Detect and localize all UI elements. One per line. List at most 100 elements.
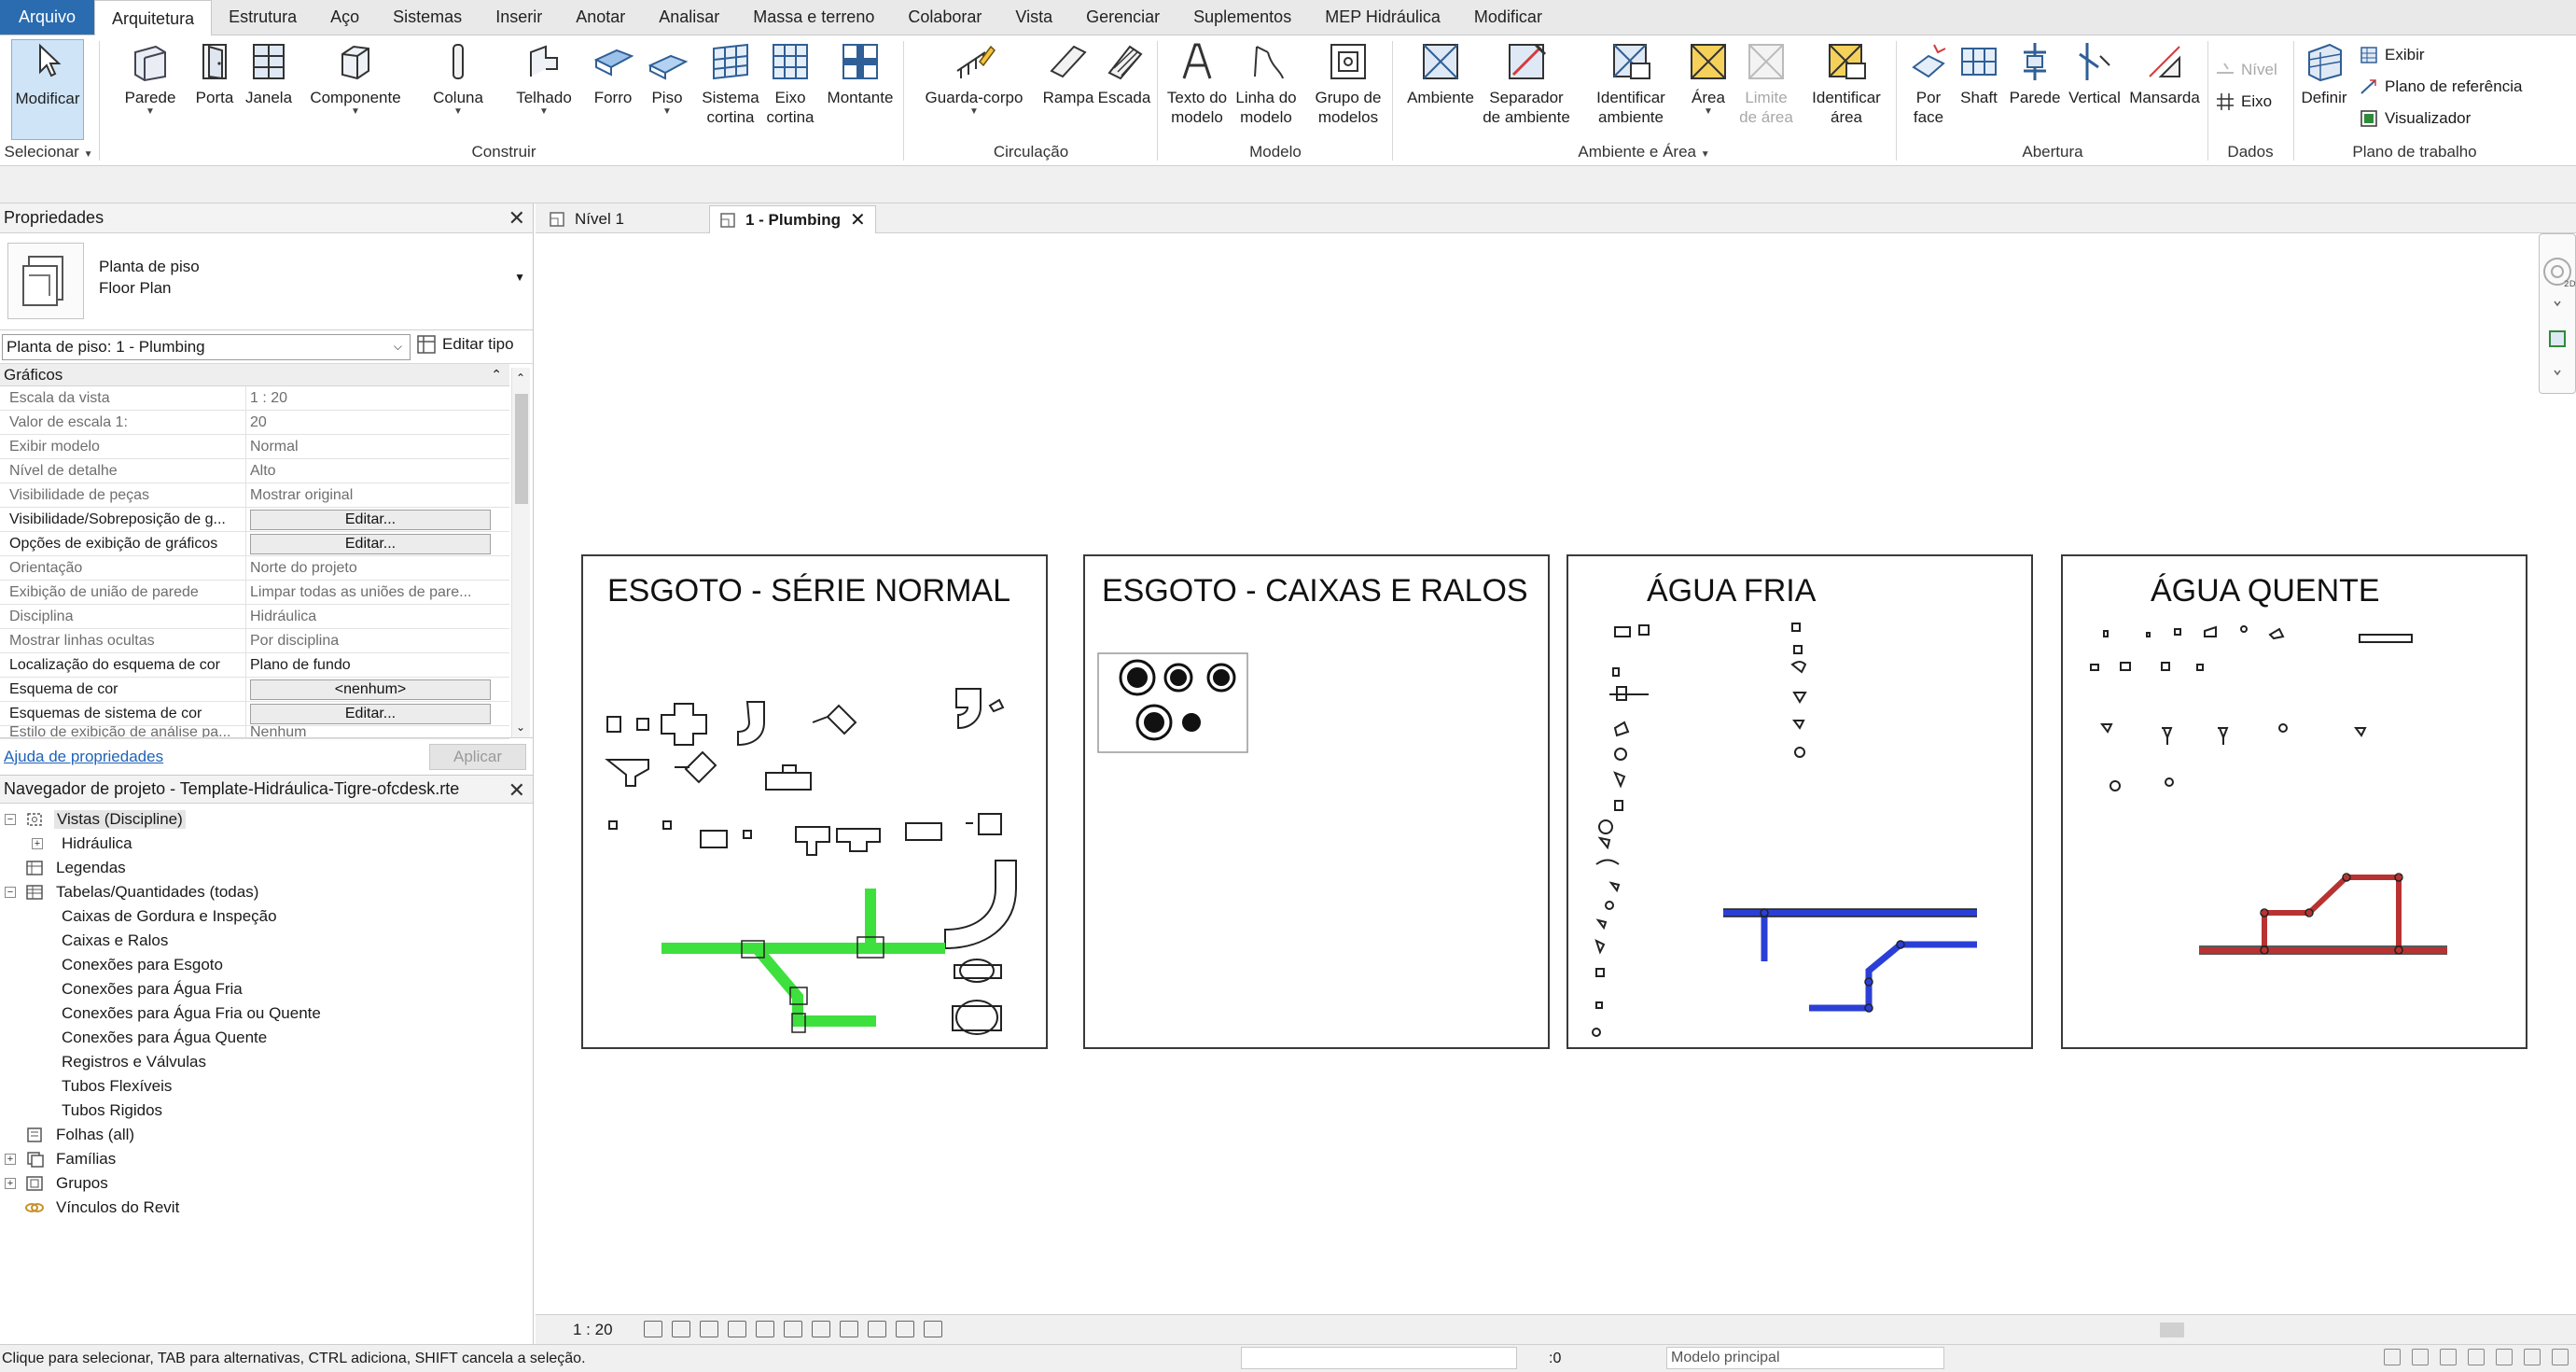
- prop-value[interactable]: Mostrar original: [246, 483, 509, 507]
- tree-item-schedule[interactable]: Conexões para Água Fria: [0, 977, 533, 1001]
- tab-modificar[interactable]: Modificar: [1457, 0, 1559, 35]
- montante-button[interactable]: Montante: [821, 39, 899, 140]
- group-graficos[interactable]: Gráficos ⌃: [0, 364, 509, 386]
- tab-suplementos[interactable]: Suplementos: [1177, 0, 1308, 35]
- definir-button[interactable]: Definir: [2290, 39, 2359, 140]
- panel-ambiente-area[interactable]: Ambiente e Área ▼: [1394, 140, 1894, 164]
- prop-value[interactable]: Limpar todas as uniões de pare...: [246, 581, 509, 604]
- tree-item-vinculos[interactable]: Vínculos do Revit: [0, 1196, 533, 1220]
- expand-icon[interactable]: +: [5, 1154, 16, 1165]
- tab-vista[interactable]: Vista: [998, 0, 1069, 35]
- select-by-face-icon[interactable]: [2468, 1349, 2485, 1365]
- modificar-button[interactable]: Modificar: [11, 39, 84, 140]
- temp-view-props-icon[interactable]: [896, 1321, 914, 1337]
- linha-modelo-button[interactable]: Linha do modelo: [1230, 39, 1302, 140]
- prop-value[interactable]: Por disciplina: [246, 629, 509, 652]
- legend-agua-quente[interactable]: ÁGUA QUENTE: [2061, 554, 2527, 1049]
- edit-type-button[interactable]: Editar tipo: [416, 334, 514, 355]
- scroll-thumb[interactable]: [2160, 1323, 2184, 1337]
- legend-agua-fria[interactable]: ÁGUA FRIA: [1566, 554, 2033, 1049]
- collapse-icon[interactable]: −: [5, 814, 16, 825]
- detail-level-icon[interactable]: [644, 1321, 662, 1337]
- prop-value[interactable]: 1 : 20: [246, 386, 509, 410]
- prop-value[interactable]: Norte do projeto: [246, 556, 509, 580]
- legend-esgoto-normal[interactable]: ESGOTO - SÉRIE NORMAL: [581, 554, 1048, 1049]
- chevron-down-icon[interactable]: ▼: [514, 271, 525, 284]
- tab-massa-terreno[interactable]: Massa e terreno: [736, 0, 891, 35]
- close-icon[interactable]: ✕: [508, 206, 525, 231]
- tab-anotar[interactable]: Anotar: [559, 0, 642, 35]
- lock-3d-icon[interactable]: [868, 1321, 886, 1337]
- visual-style-icon[interactable]: [672, 1321, 690, 1337]
- tree-item-schedule[interactable]: Tubos Rigidos: [0, 1099, 533, 1123]
- tab-analisar[interactable]: Analisar: [642, 0, 736, 35]
- legend-esgoto-caixas[interactable]: ESGOTO - CAIXAS E RALOS: [1083, 554, 1550, 1049]
- separador-button[interactable]: Separador de ambiente: [1482, 39, 1571, 140]
- janela-button[interactable]: Janela: [231, 39, 306, 140]
- mansarda-button[interactable]: Mansarda: [2125, 39, 2204, 140]
- reveal-hidden-icon[interactable]: [840, 1321, 858, 1337]
- scroll-down-icon[interactable]: ⌄: [516, 721, 525, 734]
- tree-item-schedule[interactable]: Tubos Flexíveis: [0, 1074, 533, 1099]
- tree-item-tabelas[interactable]: − Tabelas/Quantidades (todas): [0, 880, 533, 904]
- close-icon[interactable]: ✕: [850, 208, 866, 231]
- vertical-button[interactable]: Vertical: [2058, 39, 2131, 140]
- tab-mep-hidraulica[interactable]: MEP Hidráulica: [1308, 0, 1457, 35]
- color-scheme-button[interactable]: <nenhum>: [250, 679, 491, 700]
- tab-gerenciar[interactable]: Gerenciar: [1069, 0, 1177, 35]
- select-underlay-icon[interactable]: [2412, 1349, 2429, 1365]
- type-selector[interactable]: Planta de piso Floor Plan ▼: [0, 233, 533, 330]
- prop-value[interactable]: Normal: [246, 435, 509, 458]
- drawing-canvas[interactable]: ESGOTO - SÉRIE NORMAL ESGOTO - CAIXAS E …: [536, 233, 2576, 1314]
- collapse-icon[interactable]: ⌃: [491, 367, 502, 383]
- escada-button[interactable]: Escada: [1088, 39, 1161, 140]
- horizontal-scrollbar[interactable]: [955, 1323, 2541, 1337]
- prop-value[interactable]: 20: [246, 411, 509, 434]
- drag-elements-icon[interactable]: [2496, 1349, 2513, 1365]
- tree-item-grupos[interactable]: + Grupos: [0, 1171, 533, 1196]
- temp-hide-icon[interactable]: [812, 1321, 830, 1337]
- tree-item-vistas[interactable]: − Vistas (Discipline): [0, 807, 533, 832]
- tree-item-schedule[interactable]: Conexões para Água Fria ou Quente: [0, 1001, 533, 1026]
- exibir-button[interactable]: Exibir: [2359, 45, 2425, 65]
- prop-value[interactable]: Alto: [246, 459, 509, 483]
- show-crop-icon[interactable]: [784, 1321, 802, 1337]
- select-pinned-icon[interactable]: [2440, 1349, 2457, 1365]
- ambiente-button[interactable]: Ambiente: [1401, 39, 1480, 140]
- tree-item-hidraulica[interactable]: + Hidráulica: [0, 832, 533, 856]
- limite-area-button[interactable]: Limite de área: [1730, 39, 1803, 140]
- navigation-bar[interactable]: 2D: [2539, 233, 2576, 394]
- edit-button[interactable]: Editar...: [250, 509, 491, 530]
- identificar-area-button[interactable]: Identificar área: [1804, 39, 1888, 140]
- nivel-button[interactable]: Nível: [2215, 60, 2277, 80]
- expand-icon[interactable]: +: [32, 838, 43, 849]
- tab-aco[interactable]: Aço: [313, 0, 376, 35]
- filter-icon[interactable]: [2552, 1349, 2569, 1365]
- tree-item-schedule[interactable]: Conexões para Esgoto: [0, 953, 533, 977]
- tree-item-familias[interactable]: + Famílias: [0, 1147, 533, 1171]
- crop-view-icon[interactable]: [756, 1321, 774, 1337]
- plano-referencia-button[interactable]: Plano de referência: [2359, 77, 2522, 97]
- eixo-button[interactable]: Eixo: [2215, 91, 2272, 112]
- design-option-combo[interactable]: Modelo principal: [1666, 1347, 1944, 1369]
- edit-button[interactable]: Editar...: [250, 703, 491, 724]
- tree-item-schedule[interactable]: Caixas e Ralos: [0, 929, 533, 953]
- parede-button[interactable]: Parede ▼: [114, 39, 187, 140]
- tab-colaborar[interactable]: Colaborar: [891, 0, 998, 35]
- tree-item-legendas[interactable]: Legendas: [0, 856, 533, 880]
- workset-combo[interactable]: [1241, 1347, 1517, 1369]
- tab-inserir[interactable]: Inserir: [479, 0, 559, 35]
- tab-estrutura[interactable]: Estrutura: [212, 0, 313, 35]
- scroll-up-icon[interactable]: ⌃: [516, 371, 525, 385]
- edit-button[interactable]: Editar...: [250, 533, 491, 554]
- background-process-icon[interactable]: [2524, 1349, 2541, 1365]
- tree-item-schedule[interactable]: Caixas de Gordura e Inspeção: [0, 904, 533, 929]
- tab-nivel-1[interactable]: Nível 1: [539, 205, 634, 233]
- prop-value[interactable]: Plano de fundo: [246, 653, 509, 677]
- piso-button[interactable]: Piso ▼: [631, 39, 703, 140]
- componente-button[interactable]: Componente ▼: [310, 39, 401, 140]
- tab-1-plumbing[interactable]: 1 - Plumbing ✕: [709, 205, 876, 233]
- tree-item-schedule[interactable]: Conexões para Água Quente: [0, 1026, 533, 1050]
- select-links-icon[interactable]: [2384, 1349, 2401, 1365]
- prop-value[interactable]: Hidráulica: [246, 605, 509, 628]
